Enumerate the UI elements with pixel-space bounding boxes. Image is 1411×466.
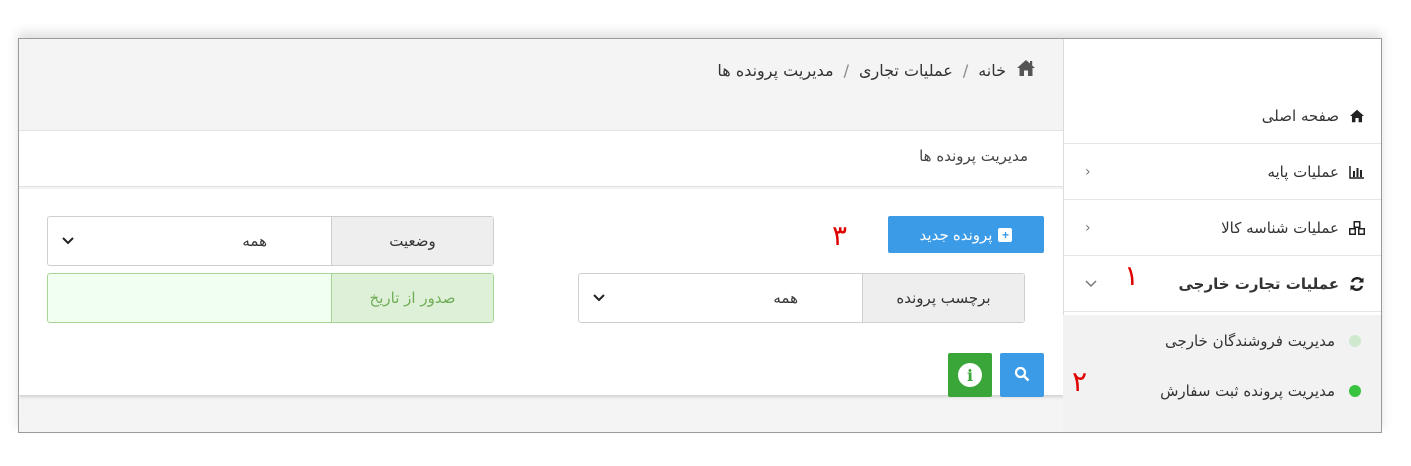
new-file-button[interactable]: + پرونده جدید	[888, 216, 1044, 253]
sidebar-item-label: عملیات پایه	[1267, 163, 1339, 181]
chevron-left-icon: ‹	[1085, 164, 1091, 180]
top-bar: خانه / عملیات تجاری / مدیریت پرونده ها	[19, 39, 1064, 131]
refresh-icon	[1347, 276, 1367, 292]
breadcrumb-separator: /	[962, 61, 969, 80]
status-dot	[1349, 335, 1361, 347]
sidebar-item-goods-id-ops[interactable]: عملیات شناسه کالا ‹	[1063, 201, 1381, 256]
sidebar-subitem-label: مدیریت فروشندگان خارجی	[1164, 332, 1335, 350]
sidebar-item-base-ops[interactable]: عملیات پایه ‹	[1063, 145, 1381, 200]
chevron-left-icon: ‹	[1085, 220, 1091, 236]
chevron-down-icon	[62, 234, 74, 249]
tag-select-value: همه	[773, 289, 798, 307]
title-bar: مدیریت پرونده ها	[19, 131, 1064, 187]
page-title: مدیریت پرونده ها	[919, 147, 1028, 165]
breadcrumb-separator: /	[843, 61, 849, 80]
date-from-label: صدور از تاریخ	[331, 274, 493, 322]
info-icon: i	[958, 363, 982, 387]
sidebar-subitem-foreign-sellers[interactable]: مدیریت فروشندگان خارجی	[1063, 315, 1381, 367]
tag-select[interactable]: همه	[579, 274, 862, 322]
breadcrumb: خانه / عملیات تجاری / مدیریت پرونده ها	[717, 59, 1036, 82]
annotation-1: ۱	[1124, 259, 1140, 292]
annotation-3: ۳	[832, 219, 848, 252]
main-content: خانه / عملیات تجاری / مدیریت پرونده ها م…	[19, 39, 1064, 432]
breadcrumb-home[interactable]: خانه	[978, 61, 1006, 80]
new-file-button-label: پرونده جدید	[919, 226, 993, 244]
sidebar-subitem-label: مدیریت پرونده ثبت سفارش	[1160, 382, 1335, 400]
date-from-input[interactable]	[48, 274, 331, 322]
status-select-value: همه	[242, 232, 267, 250]
status-filter: وضعیت همه	[47, 216, 494, 266]
sidebar-item-label: عملیات شناسه کالا	[1221, 219, 1339, 237]
search-icon	[1014, 366, 1030, 385]
status-dot	[1349, 385, 1361, 397]
tag-label: برچسب پرونده	[862, 274, 1024, 322]
sidebar-item-foreign-trade-ops[interactable]: عملیات تجارت خارجی	[1063, 257, 1381, 312]
sidebar: صفحه اصلی عملیات پایه ‹ عملیات شناسه کال…	[1063, 39, 1381, 432]
search-button[interactable]	[1000, 353, 1044, 397]
sidebar-item-label: صفحه اصلی	[1261, 107, 1339, 125]
tag-filter: برچسب پرونده همه	[578, 273, 1025, 323]
app-window: خانه / عملیات تجاری / مدیریت پرونده ها م…	[18, 38, 1382, 433]
cubes-icon	[1347, 220, 1367, 236]
breadcrumb-business-ops[interactable]: عملیات تجاری	[859, 61, 953, 80]
info-button[interactable]: i	[948, 353, 992, 397]
home-icon	[1347, 109, 1367, 123]
sidebar-item-home[interactable]: صفحه اصلی	[1063, 89, 1381, 144]
sidebar-subitem-order-files[interactable]: مدیریت پرونده ثبت سفارش	[1063, 365, 1381, 417]
chevron-down-icon	[593, 291, 605, 306]
plus-icon: +	[998, 227, 1013, 242]
breadcrumb-current: مدیریت پرونده ها	[717, 61, 834, 80]
status-label: وضعیت	[331, 217, 493, 265]
status-select[interactable]: همه	[48, 217, 331, 265]
date-from-filter: صدور از تاریخ	[47, 273, 494, 323]
annotation-2: ۲	[1072, 365, 1088, 398]
bar-chart-icon	[1347, 165, 1367, 179]
home-icon[interactable]	[1016, 59, 1036, 82]
sidebar-item-label: عملیات تجارت خارجی	[1178, 275, 1339, 293]
chevron-down-icon	[1085, 276, 1097, 292]
